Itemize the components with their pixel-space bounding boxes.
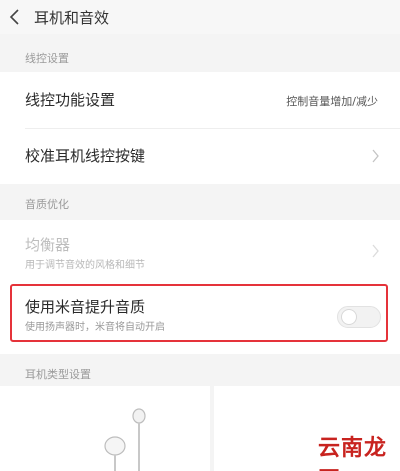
section-label-earphone-type: 耳机类型设置 (25, 368, 91, 381)
wire-function-setting-value: 控制音量增加/减少 (286, 95, 378, 108)
back-button[interactable] (0, 0, 30, 34)
earphone-icon (104, 408, 146, 471)
page-title: 耳机和音效 (34, 8, 110, 27)
watermark-logo: 云南龙网 (318, 435, 388, 471)
equalizer-row[interactable]: 均衡器 用于调节音效的风格和细节 (0, 222, 400, 280)
chevron-left-icon (9, 9, 19, 25)
calibrate-buttons-row[interactable]: 校准耳机线控按键 (0, 128, 400, 184)
title-bar: 耳机和音效 (0, 0, 400, 34)
equalizer-label: 均衡器 (25, 236, 71, 254)
chevron-right-icon (372, 149, 379, 163)
highlight-annotation-box (10, 284, 388, 342)
wire-function-setting-label: 线控功能设置 (25, 91, 116, 109)
wire-function-setting-row[interactable]: 线控功能设置 控制音量增加/减少 (0, 72, 400, 128)
section-label-sound-quality: 音质优化 (25, 198, 69, 211)
chevron-right-icon (372, 244, 379, 258)
equalizer-description: 用于调节音效的风格和细节 (25, 260, 145, 271)
calibrate-buttons-label: 校准耳机线控按键 (25, 147, 146, 165)
section-label-wire-control: 线控设置 (25, 52, 69, 65)
